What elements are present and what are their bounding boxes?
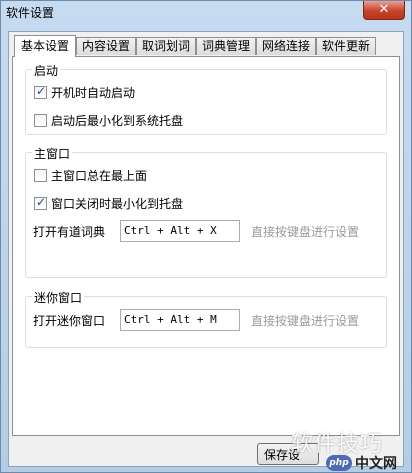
window-title: 软件设置: [6, 6, 55, 20]
minimize-to-tray-on-start-option[interactable]: 启动后最小化到系统托盘: [34, 112, 183, 128]
tab-basic-settings[interactable]: 基本设置: [14, 35, 76, 57]
main-window-group: 主窗口 主窗口总在最上面 ✓ 窗口关闭时最小化到托盘 打开有道词典 Ctrl +…: [25, 145, 387, 278]
always-on-top-checkbox[interactable]: [34, 168, 47, 182]
auto-start-option[interactable]: ✓ 开机时自动启动: [34, 84, 135, 100]
auto-start-checkbox[interactable]: ✓: [34, 83, 47, 99]
tab-word-capture[interactable]: 取词划词: [136, 37, 196, 55]
mini-window-group: 迷你窗口 打开迷你窗口 Ctrl + Alt + M 直接按键盘进行设置: [25, 289, 387, 348]
open-mini-window-hotkey-input[interactable]: Ctrl + Alt + M: [120, 309, 240, 331]
tab-dictionary-management[interactable]: 词典管理: [196, 37, 256, 55]
always-on-top-label: 主窗口总在最上面: [51, 168, 148, 183]
minimize-on-close-checkbox[interactable]: ✓: [34, 194, 47, 210]
open-dictionary-hotkey-input[interactable]: Ctrl + Alt + X: [120, 220, 240, 242]
tab-software-update[interactable]: 软件更新: [316, 37, 376, 55]
minimize-on-close-label: 窗口关闭时最小化到托盘: [51, 196, 184, 211]
open-mini-window-hotkey-hint: 直接按键盘进行设置: [251, 314, 360, 328]
settings-window: 软件设置 ✕ 基本设置 内容设置 取词划词 词典管理 网络连接 软件更新 启动 …: [0, 0, 412, 473]
main-window-group-title: 主窗口: [32, 145, 73, 162]
startup-group: 启动 ✓ 开机时自动启动 启动后最小化到系统托盘: [25, 62, 387, 135]
auto-start-label: 开机时自动启动: [51, 85, 136, 100]
watermark-logo: php 中文网: [326, 453, 397, 473]
check-mark-icon: ✓: [36, 194, 47, 209]
check-mark-icon: ✓: [36, 83, 47, 98]
close-button[interactable]: ✕: [363, 1, 405, 20]
watermark-logo-text: 中文网: [355, 456, 397, 472]
mini-window-group-title: 迷你窗口: [32, 289, 85, 306]
close-icon: ✕: [378, 2, 390, 17]
tab-network-connection[interactable]: 网络连接: [256, 37, 316, 55]
tab-content-settings[interactable]: 内容设置: [76, 37, 136, 55]
php-logo-icon: php: [326, 455, 352, 471]
title-bar[interactable]: 软件设置 ✕: [1, 1, 411, 23]
always-on-top-option[interactable]: 主窗口总在最上面: [34, 167, 147, 183]
minimize-on-close-option[interactable]: ✓ 窗口关闭时最小化到托盘: [34, 195, 183, 211]
open-dictionary-hotkey-hint: 直接按键盘进行设置: [251, 225, 360, 239]
minimize-to-tray-on-start-label: 启动后最小化到系统托盘: [51, 113, 184, 128]
basic-settings-panel: 启动 ✓ 开机时自动启动 启动后最小化到系统托盘 主窗口 主窗口总在最上面 ✓ …: [12, 56, 400, 436]
open-mini-window-hotkey-label: 打开迷你窗口: [33, 314, 106, 328]
minimize-to-tray-on-start-checkbox[interactable]: [34, 113, 47, 127]
dialog-client-area: 基本设置 内容设置 取词划词 词典管理 网络连接 软件更新 启动 ✓ 开机时自动…: [8, 31, 404, 467]
open-dictionary-hotkey-label: 打开有道词典: [33, 225, 106, 239]
startup-group-title: 启动: [32, 62, 61, 79]
